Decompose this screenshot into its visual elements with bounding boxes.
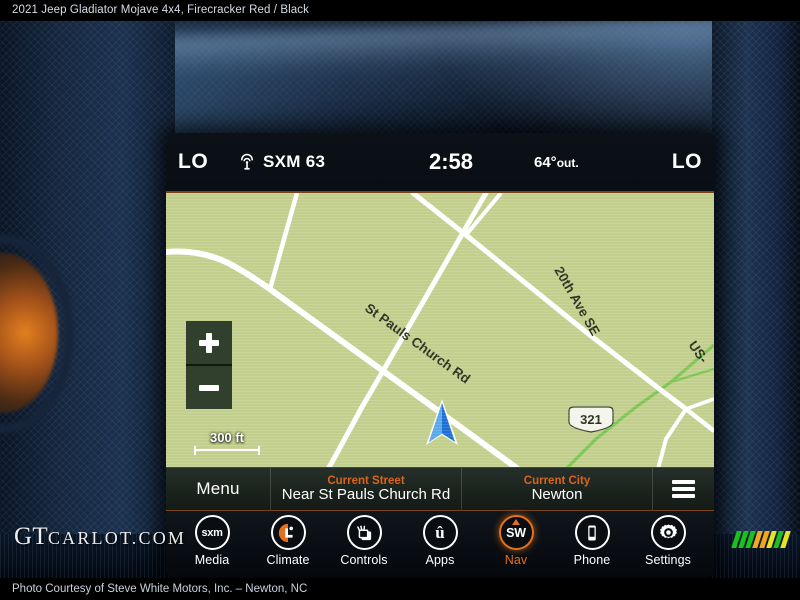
gear-icon[interactable] xyxy=(650,515,686,550)
uconnect-apps-icon[interactable]: û xyxy=(422,515,458,550)
map-zoom-controls[interactable] xyxy=(186,321,232,409)
zoom-in-button[interactable] xyxy=(186,321,232,364)
passenger-temp-setting[interactable]: LO xyxy=(672,150,702,174)
controls-glyph xyxy=(356,525,372,540)
uconnect-touchscreen[interactable]: LO SXM 63 2:58 64°out. LO St Pauls Churc… xyxy=(166,133,714,577)
dock-item-nav[interactable]: SW Nav xyxy=(480,515,552,567)
sw-glyph: SW xyxy=(506,525,526,540)
map-scale-indicator: 300 ft xyxy=(194,430,260,455)
current-street-value: Near St Pauls Church Rd xyxy=(281,486,451,504)
phone-glyph xyxy=(588,525,596,540)
app-dock: sxm Media Climate Controls û Apps SW Nav… xyxy=(166,510,714,577)
uconnect-glyph: û xyxy=(435,522,445,542)
highway-shield-321: 321 xyxy=(568,406,614,433)
navigation-info-bar: Menu Current Street Near St Pauls Church… xyxy=(166,467,714,510)
watermark-secondary: CARLOT.COM xyxy=(47,528,187,548)
watermark-primary: GT xyxy=(14,523,48,550)
radio-source-label: SXM 63 xyxy=(263,152,326,171)
map-vector-layer: St Pauls Church Rd 20th Ave SE US- 321 xyxy=(166,193,714,467)
dock-label-phone: Phone xyxy=(573,553,611,567)
current-street-block[interactable]: Current Street Near St Pauls Church Rd xyxy=(270,468,461,510)
hamburger-menu-icon xyxy=(672,477,695,501)
current-city-block[interactable]: Current City Newton xyxy=(461,468,652,510)
outside-temp-unit: out. xyxy=(556,155,579,170)
dock-label-nav: Nav xyxy=(504,553,528,567)
sxm-logo-icon[interactable]: sxm xyxy=(194,515,230,550)
outside-temperature: 64°out. xyxy=(534,154,579,171)
map-label-us-highway: US- xyxy=(686,338,712,366)
listing-title-caption: 2021 Jeep Gladiator Mojave 4x4, Firecrac… xyxy=(0,0,800,21)
climate-seat-icon[interactable] xyxy=(270,515,306,550)
map-scale-bar xyxy=(194,446,260,455)
vehicle-interior-photo: LO SXM 63 2:58 64°out. LO St Pauls Churc… xyxy=(0,21,800,578)
minus-icon xyxy=(199,384,219,391)
dock-label-climate: Climate xyxy=(266,553,310,567)
satellite-antenna-icon xyxy=(238,153,256,171)
road-fork-b xyxy=(656,407,688,467)
photo-courtesy-caption: Photo Courtesy of Steve White Motors, In… xyxy=(0,578,800,600)
dock-label-controls: Controls xyxy=(340,553,388,567)
dock-label-settings: Settings xyxy=(645,553,691,567)
outside-temp-value: 64° xyxy=(534,153,557,171)
dock-item-phone[interactable]: Phone xyxy=(556,515,628,567)
dock-item-apps[interactable]: û Apps xyxy=(404,515,476,567)
phone-icon[interactable] xyxy=(574,515,610,550)
dock-item-climate[interactable]: Climate xyxy=(252,515,324,567)
compass-needle-icon xyxy=(512,518,520,525)
dock-item-controls[interactable]: Controls xyxy=(328,515,400,567)
overflow-menu-button[interactable] xyxy=(652,468,714,510)
watermark: GTCARLOT.COM xyxy=(14,523,186,551)
plus-icon-vertical xyxy=(206,332,212,353)
dock-item-media[interactable]: sxm Media xyxy=(176,515,248,567)
navigation-map[interactable]: St Pauls Church Rd 20th Ave SE US- 321 3… xyxy=(166,191,714,467)
road-fork-a xyxy=(684,407,714,433)
dock-label-apps: Apps xyxy=(425,553,455,567)
clock: 2:58 xyxy=(429,149,474,174)
dock-label-media: Media xyxy=(194,553,230,567)
shield-number: 321 xyxy=(580,412,602,427)
watermark-color-bars xyxy=(731,531,791,548)
current-city-value: Newton xyxy=(531,486,583,504)
gear-glyph xyxy=(659,524,677,539)
zoom-out-button[interactable] xyxy=(186,364,232,409)
right-panel-texture xyxy=(712,21,800,578)
sxm-glyph: sxm xyxy=(201,526,223,539)
climate-seat-glyph xyxy=(278,523,298,542)
map-scale-label: 300 ft xyxy=(210,430,244,445)
radio-source-indicator[interactable]: SXM 63 xyxy=(238,152,325,172)
vehicle-controls-icon[interactable] xyxy=(346,515,382,550)
sw-compass-nav-icon[interactable]: SW xyxy=(498,515,534,550)
driver-temp-setting[interactable]: LO xyxy=(178,150,208,174)
dock-item-settings[interactable]: Settings xyxy=(632,515,704,567)
road-fork-c xyxy=(685,397,714,411)
dashboard-right-panel xyxy=(712,21,800,578)
status-bar: LO SXM 63 2:58 64°out. LO xyxy=(166,133,714,191)
screenshot-root: 2021 Jeep Gladiator Mojave 4x4, Firecrac… xyxy=(0,0,800,600)
road-spur-north xyxy=(267,193,300,290)
menu-button[interactable]: Menu xyxy=(166,479,270,499)
